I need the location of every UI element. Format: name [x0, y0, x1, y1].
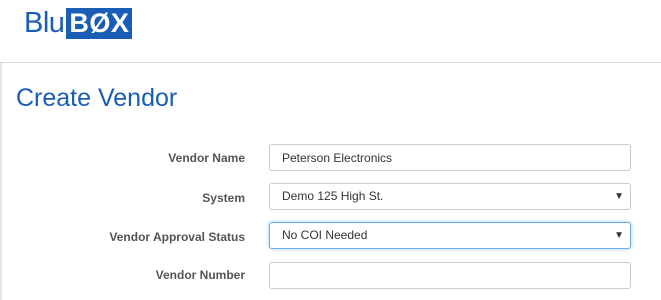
approval-status-selected-value: No COI Needed [282, 228, 368, 242]
system-label: System [202, 191, 245, 205]
chevron-down-icon: ▼ [614, 191, 624, 202]
system-select[interactable]: Demo 125 High St. ▼ [269, 183, 631, 210]
app-header: Blu BØX [0, 0, 661, 63]
vendor-number-label: Vendor Number [155, 268, 245, 282]
blubox-logo[interactable]: Blu BØX [24, 7, 133, 39]
approval-status-label: Vendor Approval Status [109, 230, 245, 244]
chevron-down-icon: ▼ [614, 230, 624, 241]
vendor-name-label: Vendor Name [168, 151, 245, 165]
approval-status-select[interactable]: No COI Needed ▼ [269, 222, 631, 249]
vendor-number-input[interactable] [269, 262, 631, 289]
system-selected-value: Demo 125 High St. [282, 189, 384, 203]
page-title: Create Vendor [16, 84, 178, 112]
logo-prefix-text: Blu [24, 7, 65, 39]
logo-box-text: BØX [66, 8, 133, 39]
vendor-name-input[interactable] [269, 144, 631, 171]
